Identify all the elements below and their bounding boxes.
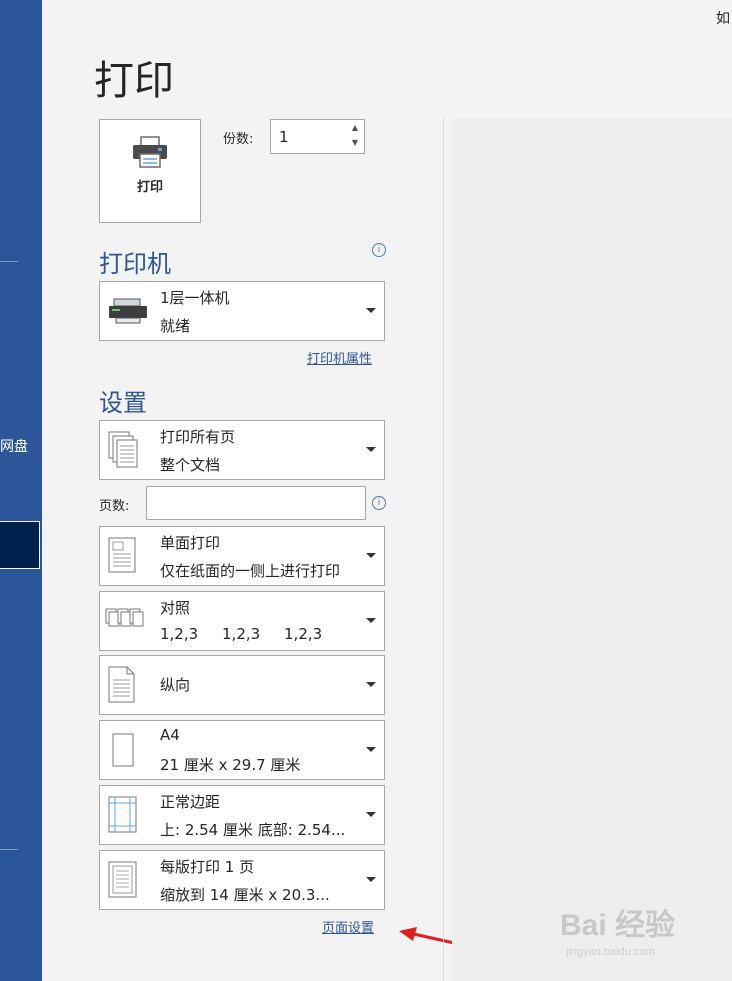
print-range-subtitle: 整个文档 — [160, 456, 221, 474]
chevron-down-icon — [366, 877, 376, 882]
printer-properties-link[interactable]: 打印机属性 — [307, 348, 372, 367]
copies-label: 份数: — [223, 132, 254, 147]
chevron-down-icon — [366, 747, 376, 752]
sidebar-item-cloud[interactable]: 网盘 — [0, 436, 28, 456]
margins-dropdown[interactable]: 正常边距 上: 2.54 厘米 底部: 2.54... — [99, 785, 385, 845]
chevron-down-icon — [366, 682, 376, 687]
print-preview-area — [452, 118, 732, 981]
page-setup-link[interactable]: 页面设置 — [322, 917, 374, 936]
print-range-title: 打印所有页 — [160, 428, 236, 446]
paper-size-dropdown[interactable]: A4 21 厘米 x 29.7 厘米 — [99, 720, 385, 780]
panel-divider — [443, 118, 444, 981]
copies-stepper[interactable]: 1 ▲ ▼ — [270, 119, 365, 154]
printer-device-icon — [109, 298, 147, 324]
page-title: 打印 — [94, 58, 174, 104]
orientation-title: 纵向 — [160, 676, 191, 694]
page-per-sheet-icon — [108, 861, 137, 898]
collate-title: 对照 — [160, 599, 191, 617]
print-range-dropdown[interactable]: 打印所有页 整个文档 — [99, 420, 385, 480]
pages-input[interactable] — [146, 486, 366, 520]
one-sided-icon — [108, 537, 136, 573]
stepper-up-icon[interactable]: ▲ — [352, 123, 358, 132]
chevron-down-icon — [366, 447, 376, 452]
chevron-down-icon — [366, 308, 376, 313]
sides-title: 单面打印 — [160, 534, 221, 552]
chevron-down-icon — [366, 553, 376, 558]
pages-per-sheet-title: 每版打印 1 页 — [160, 858, 255, 876]
all-pages-icon — [108, 431, 138, 468]
pages-per-sheet-subtitle: 缩放到 14 厘米 x 20.3... — [160, 886, 330, 904]
sidebar: 网盘 — [0, 0, 42, 981]
watermark-url: jingyan.baidu.com — [566, 946, 655, 958]
printer-status: 就绪 — [160, 317, 191, 335]
watermark-logo: Bai 经验 — [560, 909, 676, 942]
collate-dropdown[interactable]: 对照 1,2,3 1,2,3 1,2,3 — [99, 591, 385, 651]
printer-name: 1层一体机 — [160, 289, 230, 307]
sidebar-item-print-active[interactable] — [0, 521, 40, 569]
chevron-down-icon — [366, 618, 376, 623]
stepper-down-icon[interactable]: ▼ — [352, 138, 358, 147]
chevron-down-icon — [366, 812, 376, 817]
margins-subtitle: 上: 2.54 厘米 底部: 2.54... — [160, 821, 346, 839]
sides-dropdown[interactable]: 单面打印 仅在纸面的一侧上进行打印 — [99, 526, 385, 586]
paper-size-title: A4 — [160, 726, 180, 744]
margins-title: 正常边距 — [160, 793, 221, 811]
collate-subtitle: 1,2,3 1,2,3 1,2,3 — [160, 625, 323, 643]
pages-label: 页数: — [99, 499, 130, 514]
print-button[interactable]: 打印 — [99, 119, 201, 223]
info-icon[interactable]: i — [372, 496, 386, 510]
copies-value[interactable]: 1 — [279, 128, 289, 146]
info-icon[interactable]: i — [372, 243, 386, 257]
settings-heading: 设置 — [99, 389, 147, 417]
paper-icon — [112, 733, 134, 767]
printer-heading: 打印机 — [99, 250, 171, 278]
orientation-dropdown[interactable]: 纵向 — [99, 655, 385, 715]
sides-subtitle: 仅在纸面的一侧上进行打印 — [160, 562, 341, 580]
sidebar-divider — [0, 261, 18, 262]
account-name[interactable]: 如 — [716, 8, 730, 28]
print-button-label: 打印 — [136, 180, 163, 195]
paper-size-subtitle: 21 厘米 x 29.7 厘米 — [160, 756, 301, 774]
printer-dropdown[interactable]: 1层一体机 就绪 — [99, 281, 385, 341]
margins-icon — [108, 796, 137, 833]
collate-icon — [105, 608, 144, 627]
printer-icon — [133, 136, 167, 168]
portrait-icon — [108, 666, 135, 703]
sidebar-divider — [0, 849, 18, 850]
pages-per-sheet-dropdown[interactable]: 每版打印 1 页 缩放到 14 厘米 x 20.3... — [99, 850, 385, 910]
